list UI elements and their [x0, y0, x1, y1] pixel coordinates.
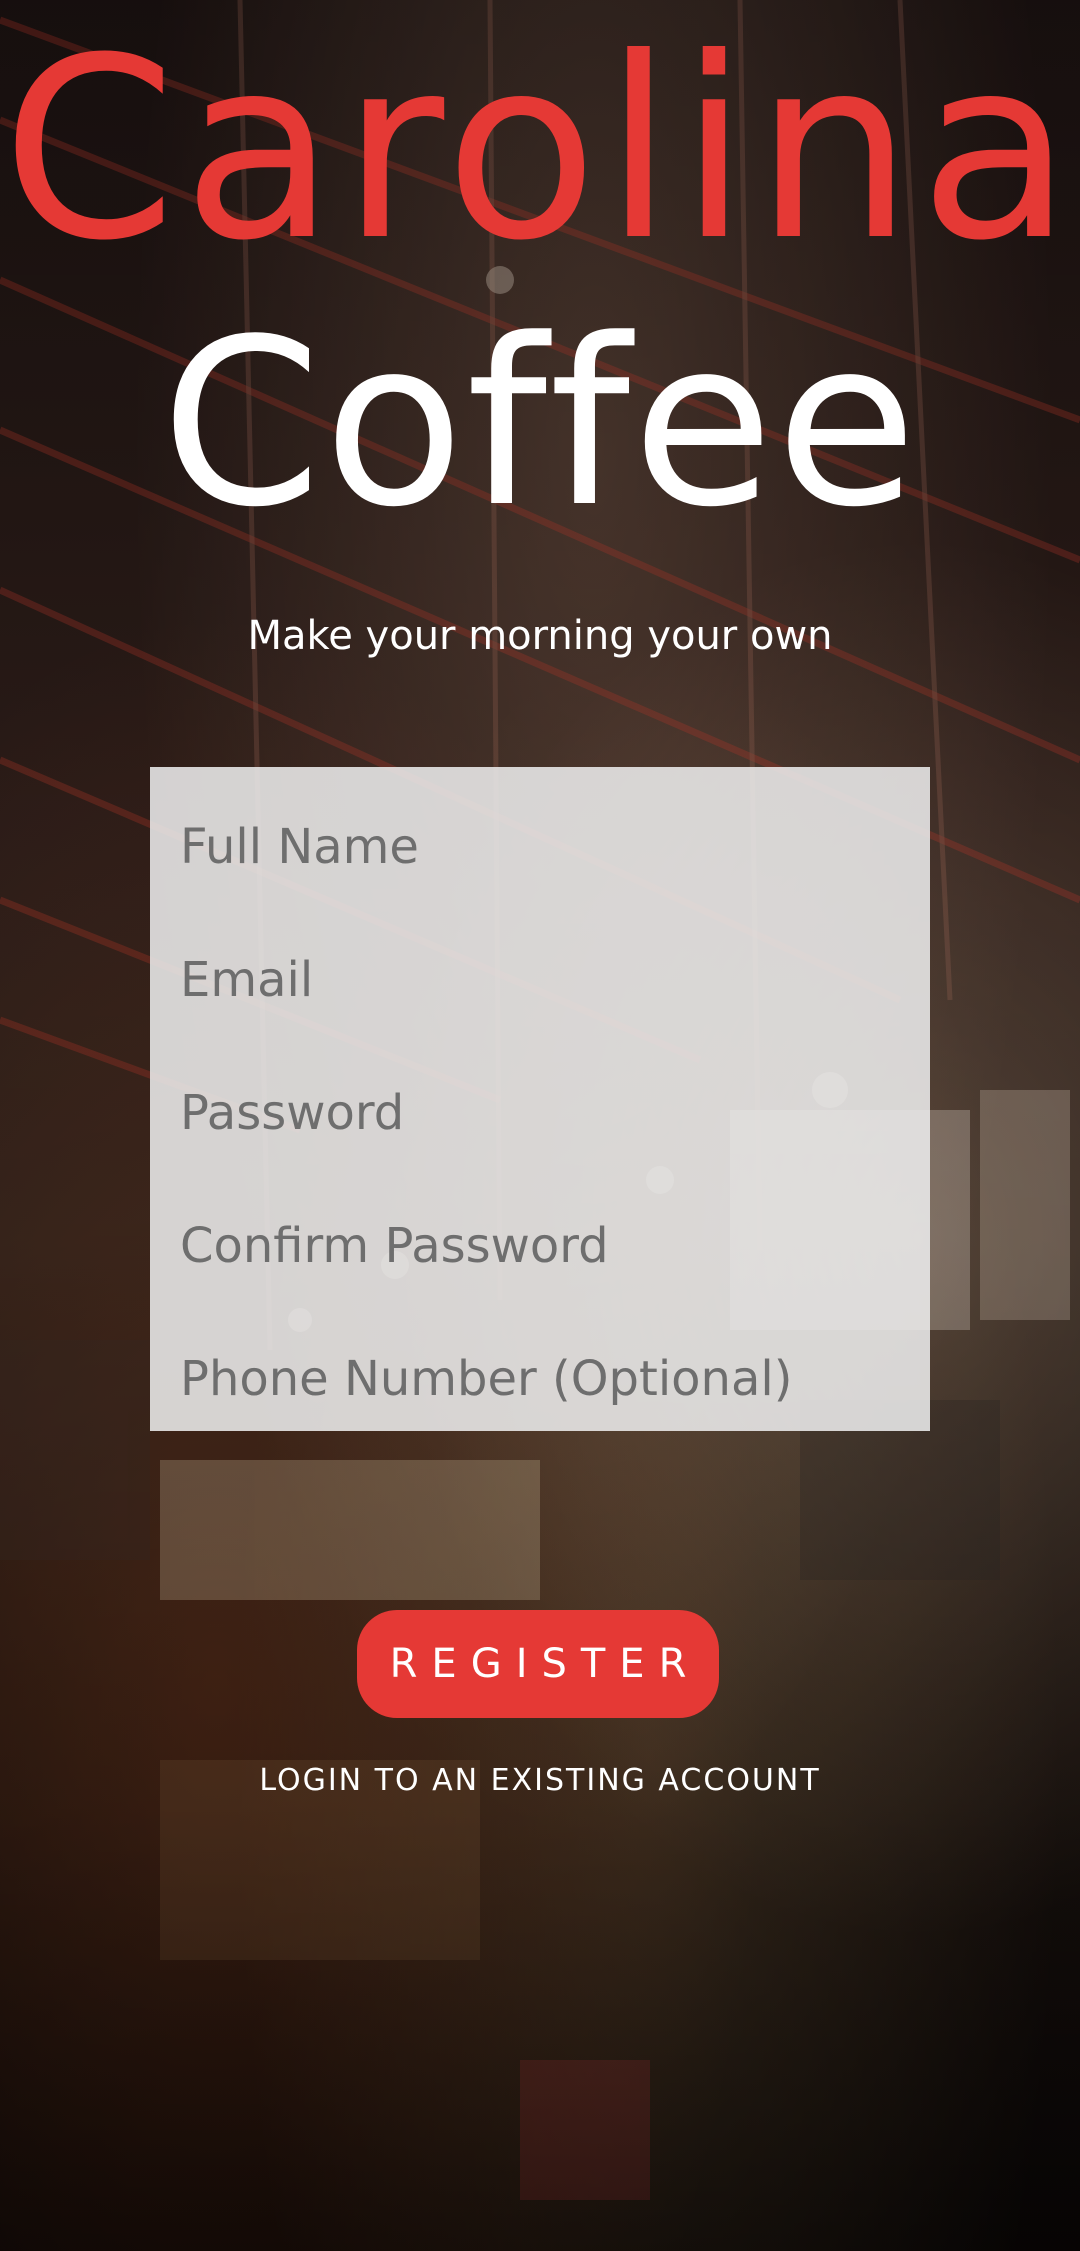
tagline: Make your morning your own [247, 613, 833, 659]
app-title-carolina: Carolina [1, 4, 1079, 295]
email-input[interactable] [180, 930, 910, 1030]
login-existing-account-link[interactable]: LOGIN TO AN EXISTING ACCOUNT [0, 1760, 1080, 1802]
phone-number-input[interactable] [180, 1329, 910, 1429]
app-title-coffee: Coffee [160, 291, 920, 558]
register-button[interactable]: REGISTER [357, 1610, 719, 1718]
registration-form [150, 767, 930, 1431]
confirm-password-input[interactable] [180, 1196, 910, 1296]
full-name-input[interactable] [180, 797, 910, 897]
password-input[interactable] [180, 1063, 910, 1163]
register-screen: Carolina Coffee Make your morning your o… [0, 0, 1080, 2251]
